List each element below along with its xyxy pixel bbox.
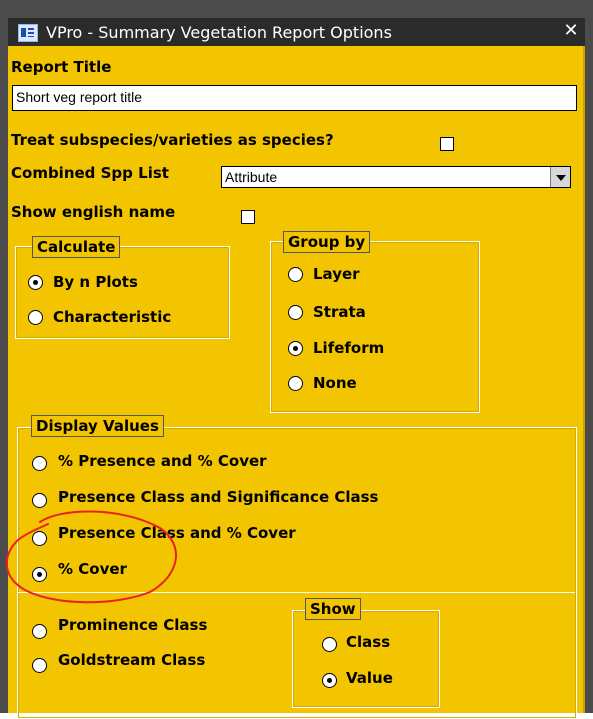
options-panel: Report Title Short veg report title Trea…	[8, 46, 585, 719]
radio-label-show-class: Class	[346, 633, 391, 651]
radio-goldstream-class[interactable]	[32, 658, 47, 673]
form-icon	[18, 24, 38, 42]
display-values-divider	[17, 592, 575, 593]
combined-spp-value: Attribute	[225, 169, 278, 185]
radio-presence-and-cover[interactable]	[32, 456, 47, 471]
radio-label-characteristic: Characteristic	[53, 308, 172, 326]
radio-lifeform[interactable]	[288, 341, 303, 356]
calculate-legend: Calculate	[32, 236, 121, 258]
display-values-legend: Display Values	[31, 415, 164, 437]
radio-presence-class-significance[interactable]	[32, 493, 47, 508]
treat-subspecies-checkbox[interactable]	[440, 137, 454, 151]
show-english-label: Show english name	[11, 203, 176, 221]
radio-prominence-class[interactable]	[32, 624, 47, 639]
report-title-label: Report Title	[11, 58, 112, 76]
close-icon[interactable]: ✕	[560, 20, 582, 42]
radio-label-lifeform: Lifeform	[313, 339, 385, 357]
combined-spp-combobox[interactable]: Attribute	[221, 166, 571, 188]
radio-label-presence-and-cover: % Presence and % Cover	[58, 452, 267, 470]
radio-strata[interactable]	[288, 305, 303, 320]
treat-subspecies-label: Treat subspecies/varieties as species?	[11, 131, 334, 149]
radio-presence-class-cover[interactable]	[32, 531, 47, 546]
radio-layer[interactable]	[288, 267, 303, 282]
title-bar[interactable]: VPro - Summary Vegetation Report Options…	[8, 18, 585, 46]
show-english-checkbox[interactable]	[241, 210, 255, 224]
combined-spp-label: Combined Spp List	[11, 164, 169, 182]
panel-edge	[583, 46, 585, 713]
show-legend: Show	[305, 598, 361, 620]
report-title-input[interactable]: Short veg report title	[12, 85, 577, 111]
radio-label-presence-class-significance: Presence Class and Significance Class	[58, 488, 379, 506]
radio-label-prominence-class: Prominence Class	[58, 616, 208, 634]
radio-label-by-n-plots: By n Plots	[53, 273, 138, 291]
radio-label-cover: % Cover	[58, 560, 127, 578]
radio-label-presence-class-cover: Presence Class and % Cover	[58, 524, 296, 542]
radio-by-n-plots[interactable]	[28, 275, 43, 290]
group-by-legend: Group by	[283, 231, 371, 253]
radio-label-layer: Layer	[313, 265, 360, 283]
radio-label-show-value: Value	[346, 669, 393, 687]
dialog-window: VPro - Summary Vegetation Report Options…	[0, 0, 593, 719]
radio-show-class[interactable]	[322, 637, 337, 652]
radio-none[interactable]	[288, 376, 303, 391]
chevron-down-icon[interactable]	[550, 167, 570, 187]
radio-show-value[interactable]	[322, 673, 337, 688]
radio-label-none: None	[313, 374, 357, 392]
show-group	[292, 610, 440, 708]
radio-label-goldstream-class: Goldstream Class	[58, 651, 206, 669]
radio-cover[interactable]	[32, 567, 47, 582]
window-title: VPro - Summary Vegetation Report Options	[46, 23, 392, 42]
radio-characteristic[interactable]	[28, 310, 43, 325]
radio-label-strata: Strata	[313, 303, 366, 321]
